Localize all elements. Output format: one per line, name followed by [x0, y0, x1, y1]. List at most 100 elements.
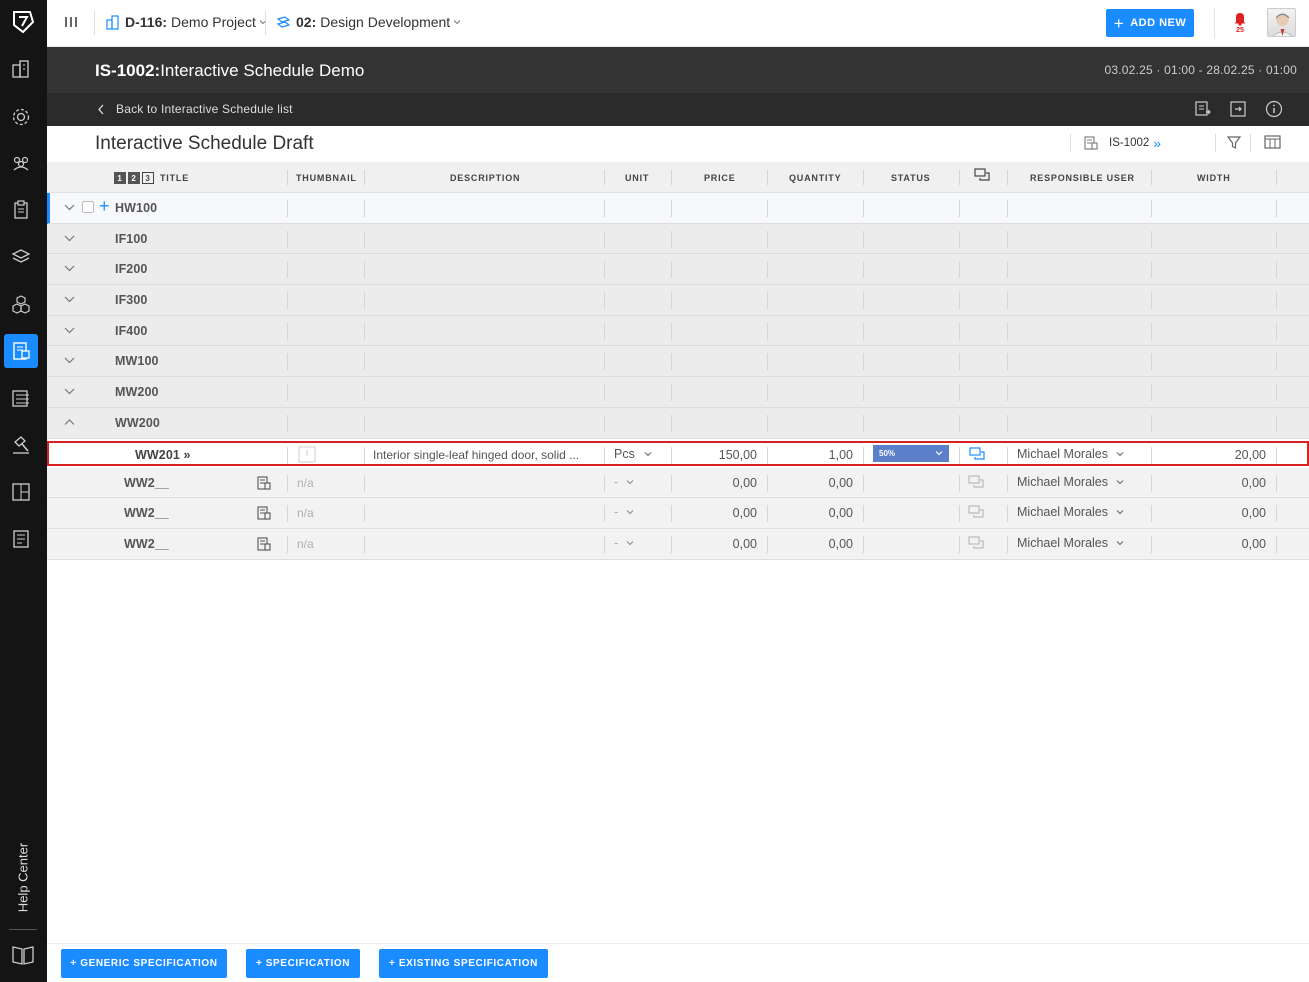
filter-icon[interactable]: [1227, 135, 1241, 150]
chevron-down-icon[interactable]: [64, 294, 75, 305]
report-icon[interactable]: [4, 522, 38, 556]
specification-doc-icon[interactable]: [256, 536, 272, 552]
chevron-down-icon[interactable]: [64, 386, 75, 397]
row-quantity[interactable]: 0,00: [775, 537, 853, 551]
table-row-group[interactable]: MW200: [47, 377, 1309, 408]
item-width[interactable]: 20,00: [1159, 448, 1266, 462]
add-generic-specification-button[interactable]: + GENERIC SPECIFICATION: [61, 949, 227, 978]
row-width[interactable]: 0,00: [1159, 506, 1266, 520]
table-row-ww2-placeholder[interactable]: WW2__ n/a - 0,00 0,00 Michael Morales 0,…: [47, 498, 1309, 529]
notifications-bell[interactable]: 25: [1232, 11, 1248, 35]
unit-dropdown[interactable]: -: [614, 536, 634, 550]
row-price[interactable]: 0,00: [679, 506, 757, 520]
row-width[interactable]: 0,00: [1159, 537, 1266, 551]
col-price[interactable]: PRICE: [704, 162, 736, 193]
col-title[interactable]: TITLE: [160, 173, 189, 183]
logo-icon[interactable]: [10, 9, 36, 35]
col-quantity[interactable]: QUANTITY: [789, 162, 841, 193]
unit-dropdown[interactable]: -: [614, 475, 634, 489]
table-row-hw100[interactable]: + HW100: [47, 193, 1309, 224]
interactive-schedule-icon[interactable]: [4, 334, 38, 368]
item-price[interactable]: 150,00: [679, 448, 757, 462]
table-row-group[interactable]: WW200: [47, 407, 1309, 439]
responsible-user-dropdown[interactable]: Michael Morales: [1017, 475, 1124, 489]
table-row-group[interactable]: IF300: [47, 285, 1309, 316]
chevron-down-icon[interactable]: [64, 325, 75, 336]
buildings-icon[interactable]: [4, 52, 38, 86]
comment-icon[interactable]: [968, 474, 985, 491]
col-width[interactable]: WIDTH: [1197, 162, 1231, 193]
schedule-list-icon[interactable]: [4, 381, 38, 415]
chevron-down-icon[interactable]: [64, 233, 75, 244]
specification-doc-icon[interactable]: [256, 505, 272, 521]
add-existing-specification-button[interactable]: + EXISTING SPECIFICATION: [379, 949, 548, 978]
floorplan-icon[interactable]: [4, 475, 38, 509]
add-specification-button[interactable]: + SPECIFICATION: [246, 949, 360, 978]
book-icon[interactable]: [11, 944, 35, 966]
specification-doc-icon[interactable]: [256, 475, 272, 491]
user-avatar[interactable]: [1267, 8, 1296, 37]
clipboard-icon[interactable]: [4, 193, 38, 227]
project-selector[interactable]: D-116: Demo Project: [105, 14, 267, 30]
responsible-user-dropdown[interactable]: Michael Morales: [1017, 536, 1124, 550]
col-description[interactable]: DESCRIPTION: [450, 162, 520, 193]
row-quantity[interactable]: 0,00: [775, 506, 853, 520]
row-width[interactable]: 0,00: [1159, 476, 1266, 490]
hammer-icon[interactable]: [4, 428, 38, 462]
unit-value: -: [614, 505, 619, 520]
phase-selector[interactable]: 02: Design Development: [276, 14, 461, 30]
chevron-down-icon[interactable]: [64, 355, 75, 366]
cubes-icon[interactable]: [4, 287, 38, 321]
chevron-down-icon[interactable]: [64, 202, 75, 213]
table-row-ww2-placeholder[interactable]: WW2__ n/a - 0,00 0,00 Michael Morales 0,…: [47, 528, 1309, 560]
col-unit[interactable]: UNIT: [625, 162, 649, 193]
info-icon[interactable]: [1264, 99, 1284, 119]
help-center-link[interactable]: Help Center: [13, 840, 33, 920]
item-description[interactable]: Interior single-leaf hinged door, solid …: [373, 448, 591, 462]
col-status[interactable]: STATUS: [891, 162, 930, 193]
comment-icon[interactable]: [968, 505, 985, 521]
comment-icon[interactable]: [969, 446, 986, 463]
exit-icon[interactable]: [1228, 99, 1248, 119]
row-price[interactable]: 0,00: [679, 537, 757, 551]
table-row-group[interactable]: IF100: [47, 223, 1309, 255]
export-list-icon[interactable]: [1193, 99, 1213, 119]
thumbnail-placeholder-icon[interactable]: [298, 446, 316, 463]
unit-dropdown[interactable]: Pcs: [614, 447, 652, 461]
settings-gear-icon[interactable]: [4, 100, 38, 134]
chevron-down-icon[interactable]: [64, 263, 75, 274]
comment-icon[interactable]: [968, 536, 985, 552]
topbar-separator: [265, 11, 266, 35]
layers-icon[interactable]: [4, 240, 38, 274]
row-quantity[interactable]: 0,00: [775, 476, 853, 490]
col-thumbnail[interactable]: THUMBNAIL: [296, 162, 357, 193]
responsible-user-dropdown[interactable]: Michael Morales: [1017, 447, 1124, 461]
add-child-icon[interactable]: +: [99, 196, 110, 217]
footer-actions: + GENERIC SPECIFICATION + SPECIFICATION …: [47, 943, 1309, 982]
table-row-ww2-placeholder[interactable]: WW2__ n/a - 0,00 0,00 Michael Morales 0,…: [47, 467, 1309, 499]
level-2-button[interactable]: 2: [128, 171, 140, 184]
item-title-link[interactable]: WW201 »: [135, 448, 191, 462]
comments-column-icon[interactable]: [974, 168, 991, 184]
row-price[interactable]: 0,00: [679, 476, 757, 490]
table-row-group[interactable]: IF400: [47, 315, 1309, 347]
menu-columns-icon[interactable]: [63, 15, 79, 29]
chevron-down-icon: [1116, 451, 1124, 456]
table-row-group[interactable]: IF200: [47, 254, 1309, 286]
table-row-group[interactable]: MW100: [47, 346, 1309, 378]
add-new-button[interactable]: + ADD NEW: [1106, 9, 1194, 37]
responsible-user-dropdown[interactable]: Michael Morales: [1017, 505, 1124, 519]
unit-dropdown[interactable]: -: [614, 505, 634, 519]
item-quantity[interactable]: 1,00: [775, 448, 853, 462]
status-dropdown[interactable]: 50%: [873, 444, 949, 462]
team-icon[interactable]: [4, 146, 38, 180]
chevron-up-icon[interactable]: [64, 417, 75, 428]
level-1-button[interactable]: 1: [114, 171, 126, 184]
level-3-button[interactable]: 3: [142, 171, 154, 184]
row-checkbox[interactable]: [82, 201, 94, 213]
draft-reference-link[interactable]: IS-1002 »: [1083, 135, 1161, 151]
back-to-list-link[interactable]: Back to Interactive Schedule list: [97, 102, 293, 116]
table-row-ww201[interactable]: WW201 » Interior single-leaf hinged door…: [47, 440, 1309, 466]
columns-config-icon[interactable]: [1264, 134, 1281, 150]
col-responsible-user[interactable]: RESPONSIBLE USER: [1030, 162, 1135, 193]
